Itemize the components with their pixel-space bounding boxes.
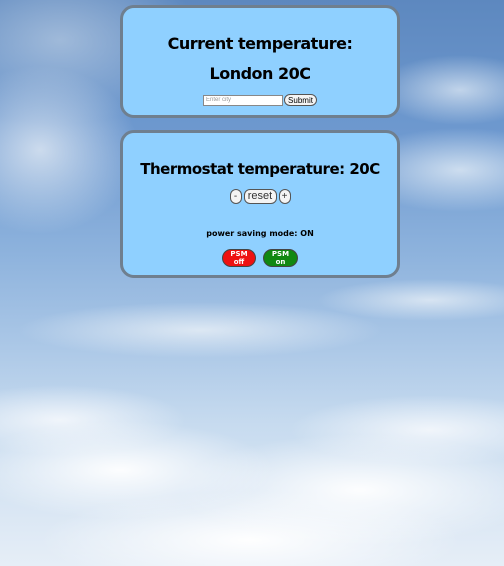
city-form: Submit	[123, 94, 397, 106]
psm-on-button[interactable]: PSM on	[263, 249, 298, 267]
temperature-controls: - reset +	[123, 189, 397, 204]
decrease-button[interactable]: -	[229, 189, 242, 204]
reset-button[interactable]: reset	[243, 189, 277, 204]
psm-off-button[interactable]: PSM off	[222, 249, 256, 267]
thermostat-temperature-title: Thermostat temperature: 20C	[140, 160, 380, 178]
thermostat-panel: Thermostat temperature: 20C - reset + po…	[120, 130, 400, 278]
current-temperature-title: Current temperature:	[167, 34, 353, 53]
submit-button[interactable]: Submit	[284, 94, 317, 106]
power-saving-status: power saving mode: ON	[206, 229, 314, 238]
psm-buttons: PSM off PSM on	[123, 249, 397, 267]
current-temperature-panel: Current temperature: London 20C Submit	[120, 5, 400, 118]
city-temperature: London 20C	[209, 64, 312, 83]
city-input[interactable]	[203, 94, 284, 106]
increase-button[interactable]: +	[278, 189, 291, 204]
